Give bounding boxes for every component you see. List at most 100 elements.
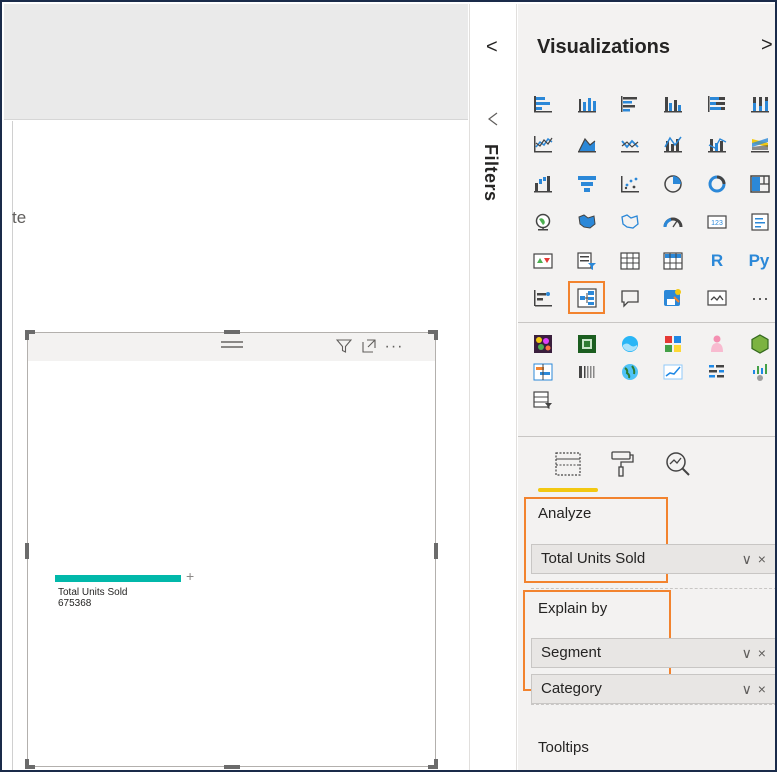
gauge-icon[interactable] [661, 210, 685, 234]
expand-chevron-icon[interactable]: > [761, 34, 773, 57]
stacked-bar-chart-icon[interactable] [531, 92, 555, 116]
decomposition-tree-icon[interactable] [531, 286, 555, 310]
more-options-icon[interactable]: ··· [384, 338, 404, 356]
custom-visual-badge-icon[interactable] [575, 332, 599, 356]
influencer-bar[interactable] [55, 575, 181, 582]
custom-visual-gantt-icon[interactable] [531, 360, 555, 384]
partial-text: te [12, 208, 27, 227]
custom-visual-globe-icon[interactable] [618, 360, 642, 384]
custom-visual-bubbles-icon[interactable] [531, 332, 555, 356]
stacked-area-chart-icon[interactable] [618, 132, 642, 156]
custom-visual-hexagon-icon[interactable] [748, 332, 772, 356]
smart-narrative-icon[interactable] [661, 286, 685, 310]
resize-handle-bottom-right[interactable] [428, 759, 438, 769]
filter-funnel-icon [487, 111, 499, 131]
stacked-column-chart-icon[interactable] [575, 92, 599, 116]
clustered-column-chart-icon[interactable] [661, 92, 685, 116]
active-tab-indicator [538, 488, 598, 492]
analytics-tab-icon[interactable] [663, 449, 693, 479]
bar-label-value: 675368 [58, 598, 92, 609]
map-icon[interactable] [531, 210, 555, 234]
explain-field-text: Category [541, 680, 602, 697]
tooltips-label: Tooltips [538, 739, 589, 756]
custom-visual-trend-icon[interactable] [661, 360, 685, 384]
svg-text:123: 123 [711, 220, 723, 227]
slicer-icon[interactable] [575, 249, 599, 273]
analyze-field-text: Total Units Sold [541, 550, 646, 567]
pane-separator [518, 322, 775, 323]
scatter-chart-icon[interactable] [618, 172, 642, 196]
custom-visual-table-slicer-icon[interactable] [531, 388, 555, 412]
custom-visual-liquid-icon[interactable] [618, 332, 642, 356]
chevron-down-icon[interactable]: ∨× [742, 545, 772, 573]
kpi-icon[interactable] [531, 249, 555, 273]
resize-handle-right[interactable] [434, 543, 438, 559]
filled-map-icon[interactable] [575, 210, 599, 234]
custom-visual-pulse-icon[interactable] [748, 360, 772, 384]
donut-chart-icon[interactable] [705, 172, 729, 196]
bar-label-name: Total Units Sold [58, 587, 128, 598]
resize-handle-left[interactable] [25, 543, 29, 559]
shape-map-icon[interactable] [618, 210, 642, 234]
card-icon[interactable]: 123 [705, 210, 729, 234]
custom-visual-barcode-icon[interactable] [575, 360, 599, 384]
well-divider [531, 588, 775, 589]
matrix-icon[interactable] [661, 249, 685, 273]
filter-icon[interactable] [334, 338, 354, 356]
key-influencers-visual[interactable]: ··· + Total Units Sold 675368 [25, 330, 438, 769]
line-and-stacked-column-icon[interactable] [661, 132, 685, 156]
q-and-a-icon[interactable] [618, 286, 642, 310]
100-stacked-bar-icon[interactable] [705, 92, 729, 116]
collapse-chevron-icon[interactable]: < [486, 36, 498, 59]
r-label: R [710, 251, 724, 270]
pane-title: Visualizations [537, 36, 671, 58]
explain-by-label: Explain by [538, 600, 608, 617]
custom-visual-person-icon[interactable] [705, 332, 729, 356]
multi-row-card-icon[interactable] [748, 210, 772, 234]
canvas-header-area [4, 4, 468, 120]
funnel-chart-icon[interactable] [575, 172, 599, 196]
visualizations-pane: Visualizations > 123 R Py ··· Analyze To… [518, 4, 775, 770]
100-stacked-column-icon[interactable] [748, 92, 772, 116]
chevron-down-icon[interactable]: ∨× [742, 639, 772, 667]
fields-tab-icon[interactable] [554, 449, 584, 479]
pane-separator [518, 436, 775, 437]
filters-pane-collapsed[interactable]: < Filters [469, 4, 517, 770]
clustered-bar-chart-icon[interactable] [618, 92, 642, 116]
explain-field-category[interactable]: Category ∨× [531, 674, 775, 704]
custom-visual-tiles-icon[interactable] [661, 332, 685, 356]
pie-chart-icon[interactable] [661, 172, 685, 196]
waterfall-chart-icon[interactable] [531, 172, 555, 196]
area-chart-icon[interactable] [575, 132, 599, 156]
treemap-icon[interactable] [748, 172, 772, 196]
explain-field-segment[interactable]: Segment ∨× [531, 638, 775, 668]
python-visual-icon[interactable]: Py [744, 249, 774, 273]
custom-visual-heat-streams-icon[interactable] [705, 360, 729, 384]
r-script-visual-icon[interactable]: R [705, 249, 729, 273]
app-window: te ··· + Total Units Sold 675368 < Filte [0, 0, 777, 772]
expand-plus-icon[interactable]: + [186, 568, 194, 584]
bar-label: Total Units Sold 675368 [58, 587, 127, 609]
explain-field-text: Segment [541, 644, 602, 661]
format-tab-icon[interactable] [607, 449, 637, 479]
more-visuals-icon[interactable]: ··· [748, 286, 772, 310]
resize-handle-bottom[interactable] [224, 765, 240, 769]
key-influencers-icon[interactable] [575, 286, 599, 310]
line-and-clustered-column-icon[interactable] [705, 132, 729, 156]
paginated-report-icon[interactable] [705, 286, 729, 310]
table-icon[interactable] [618, 249, 642, 273]
py-label: Py [748, 251, 770, 270]
ribbon-chart-icon[interactable] [748, 132, 772, 156]
focus-mode-icon[interactable] [359, 338, 379, 356]
resize-handle-top[interactable] [224, 330, 240, 334]
well-divider [531, 704, 775, 705]
analyze-field-total-units-sold[interactable]: Total Units Sold ∨× [531, 544, 775, 574]
resize-handle-bottom-left[interactable] [25, 759, 35, 769]
chevron-down-icon[interactable]: ∨× [742, 675, 772, 703]
line-chart-icon[interactable] [531, 132, 555, 156]
analyze-label: Analyze [538, 505, 592, 522]
resize-handle-top-right[interactable] [428, 330, 438, 340]
drag-grip-icon[interactable] [221, 341, 243, 351]
resize-handle-top-left[interactable] [25, 330, 35, 340]
filters-label[interactable]: Filters [480, 144, 501, 202]
